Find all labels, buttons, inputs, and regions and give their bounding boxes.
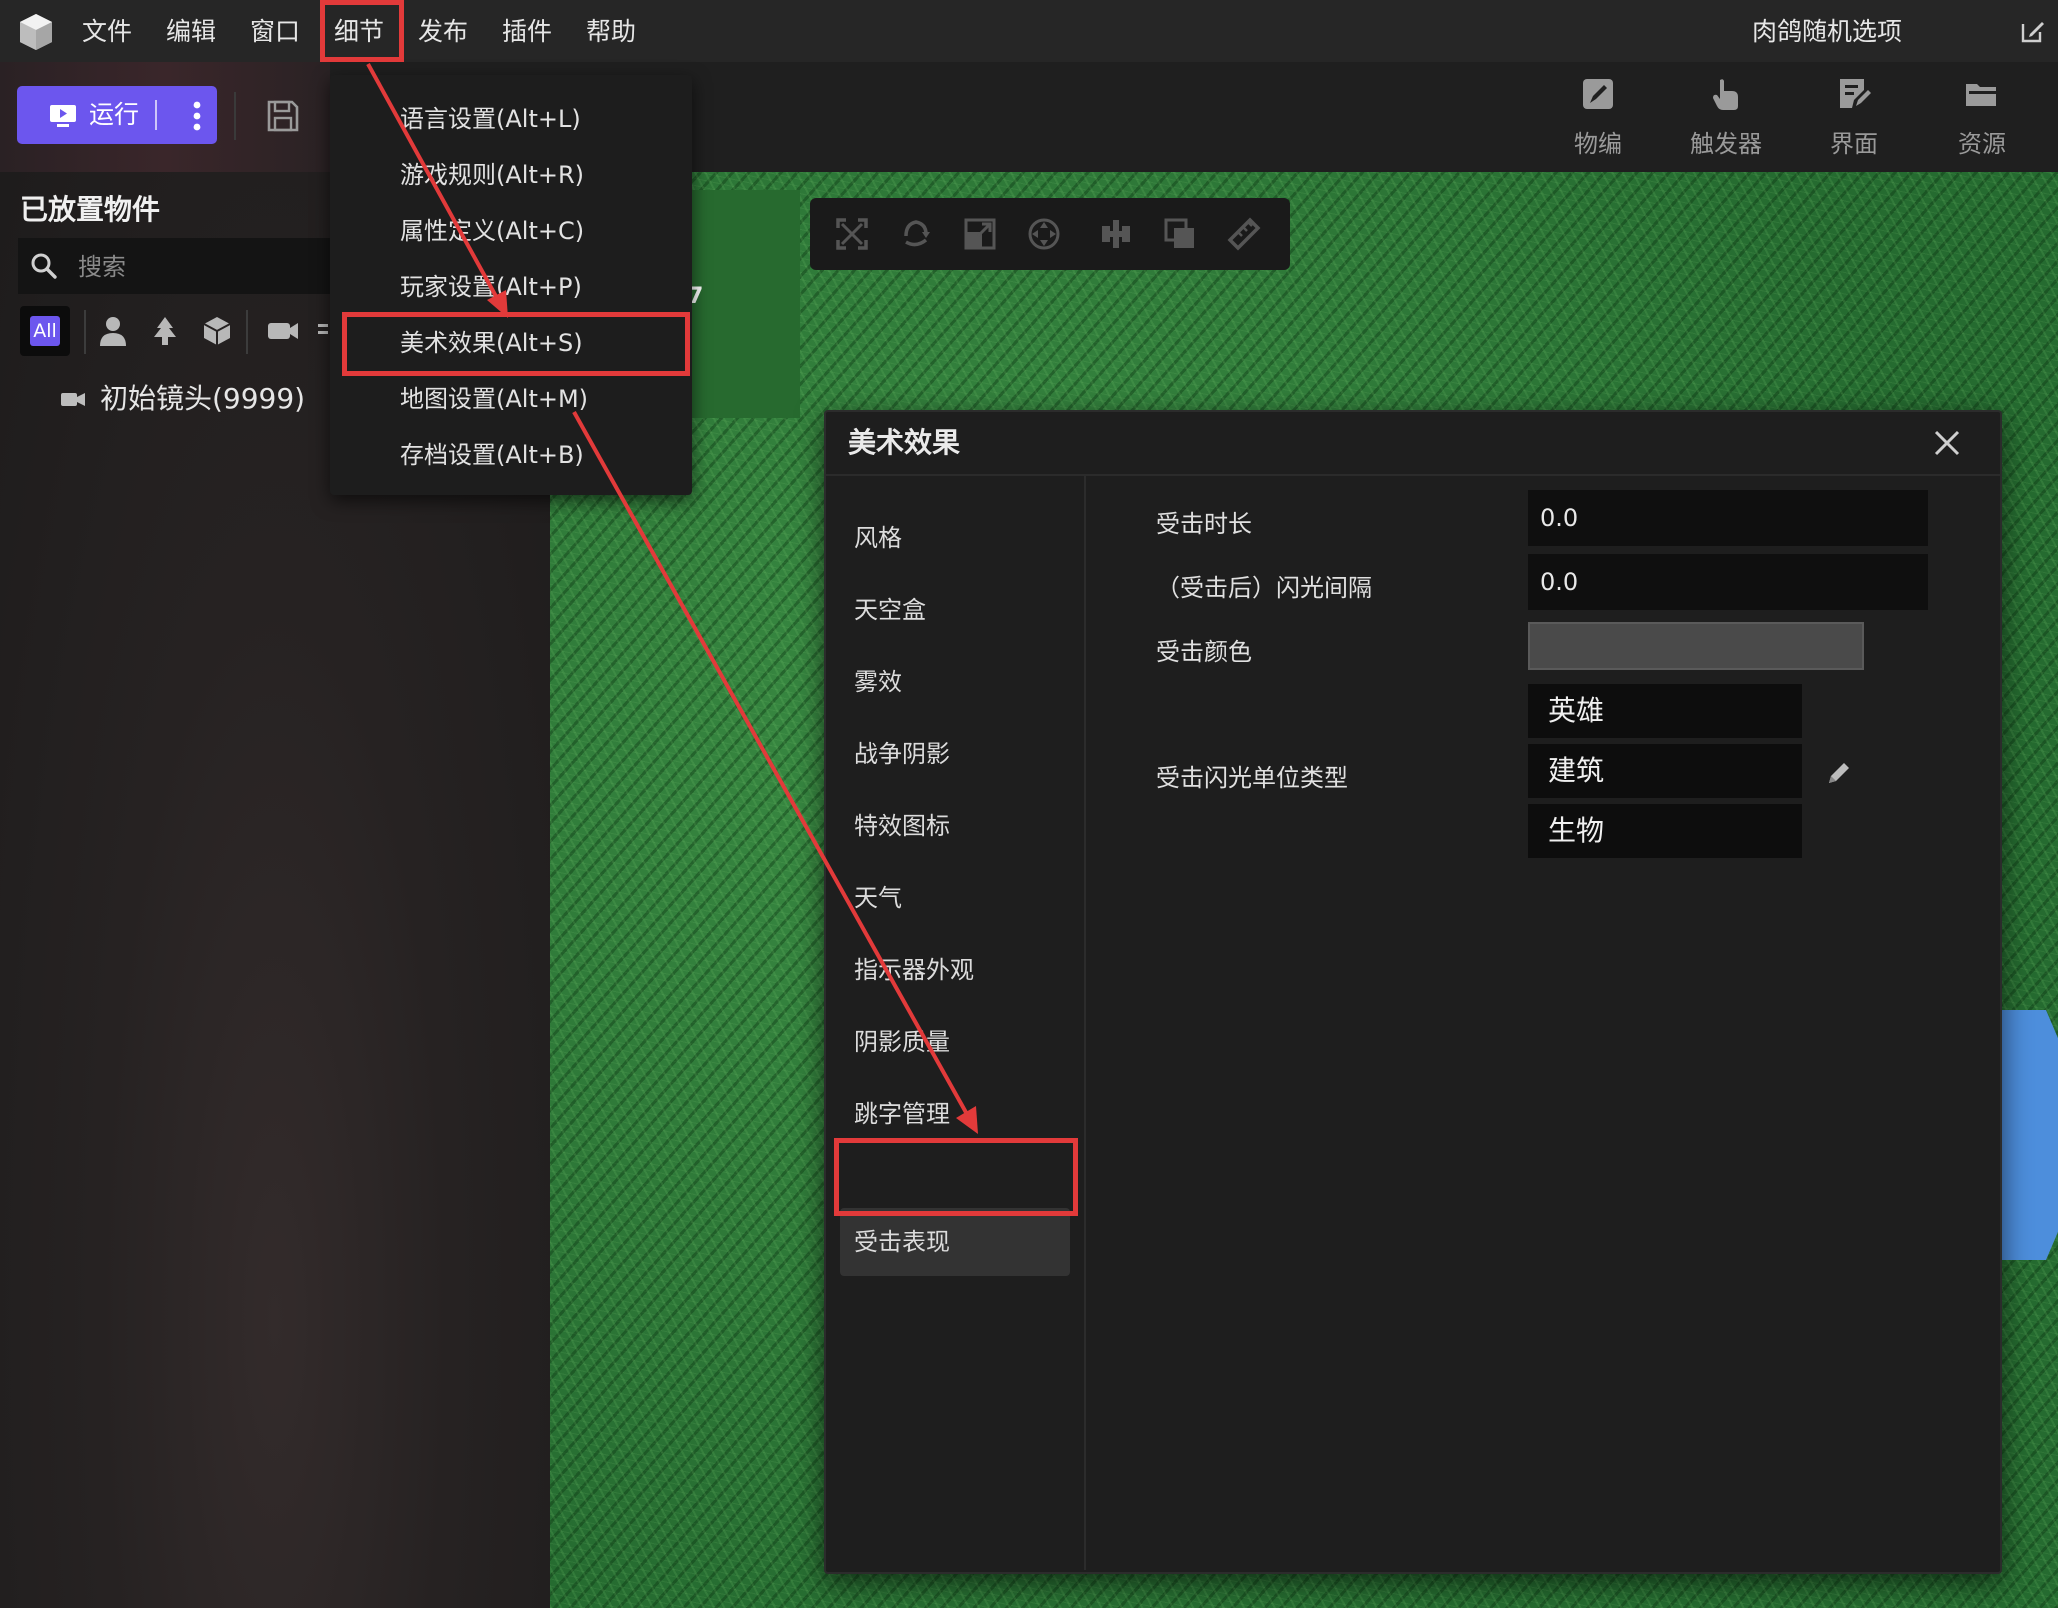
menu-item-game-rules[interactable]: 游戏规则(Alt+R)	[400, 155, 584, 195]
run-separator	[155, 100, 157, 130]
menu-plugins[interactable]: 插件	[502, 14, 552, 50]
menu-detail-highlight	[320, 0, 404, 62]
nav-item-effect-icons[interactable]: 特效图标	[854, 806, 950, 846]
resources-button[interactable]: 资源	[1932, 70, 2032, 170]
hit-color-swatch[interactable]	[1528, 622, 1864, 670]
run-button[interactable]: 运行	[17, 86, 217, 144]
menu-publish[interactable]: 发布	[418, 14, 468, 50]
menu-item-player-settings[interactable]: 玩家设置(Alt+P)	[400, 267, 582, 307]
tree-item-label: 初始镜头(9999)	[100, 382, 306, 415]
edit-project-icon[interactable]	[2020, 18, 2046, 44]
hit-duration-input[interactable]	[1528, 490, 1928, 546]
nav-item-fog-of-war[interactable]: 战争阴影	[854, 734, 950, 774]
save-icon[interactable]	[266, 99, 300, 133]
brush-icon	[1583, 79, 1613, 109]
filter-all-label: All	[30, 316, 60, 346]
viewport-green-block	[690, 190, 800, 418]
close-icon[interactable]	[1930, 426, 1964, 460]
nav-item-style[interactable]: 风格	[854, 518, 902, 558]
trigger-label: 触发器	[1690, 130, 1762, 158]
snap-icon[interactable]	[1098, 216, 1134, 252]
camera-icon[interactable]	[266, 314, 300, 348]
filter-separator	[84, 310, 86, 354]
local-global-icon[interactable]	[1162, 216, 1198, 252]
placed-objects-title: 已放置物件	[20, 193, 161, 226]
hit-effects-highlight	[834, 1138, 1078, 1216]
detail-menu-dropdown: 语言设置(Alt+L) 游戏规则(Alt+R) 属性定义(Alt+C) 玩家设置…	[330, 75, 692, 495]
menu-item-map-settings[interactable]: 地图设置(Alt+M)	[400, 379, 588, 419]
ui-edit-icon	[1840, 79, 1871, 108]
unit-type-building[interactable]: 建筑	[1528, 744, 1802, 798]
nav-item-fog[interactable]: 雾效	[854, 662, 902, 702]
menu-bar: 文件 编辑 窗口 细节 发布 插件 帮助 肉鸽随机选项	[0, 0, 2058, 62]
hand-pointer-icon	[1713, 79, 1738, 110]
person-icon[interactable]	[96, 314, 130, 348]
ruler-icon[interactable]	[1226, 216, 1262, 252]
play-monitor-icon	[50, 105, 76, 127]
unit-type-hero[interactable]: 英雄	[1528, 684, 1802, 738]
more-filters-icon[interactable]	[316, 314, 330, 348]
trigger-button[interactable]: 触发器	[1676, 70, 1776, 170]
scale-icon[interactable]	[962, 216, 998, 252]
project-name: 肉鸽随机选项	[1752, 17, 1903, 46]
search-input[interactable]	[76, 246, 350, 288]
search-box	[18, 238, 358, 294]
dialog-nav: 风格 天空盒 雾效 战争阴影 特效图标 天气 指示器外观 阴影质量 跳字管理 受…	[826, 476, 1086, 1570]
hit-color-label: 受击颜色	[1156, 638, 1252, 666]
blue-scene-object[interactable]	[1998, 1010, 2058, 1260]
nav-item-weather[interactable]: 天气	[854, 878, 902, 918]
flash-interval-label: （受击后）闪光间隔	[1156, 574, 1372, 602]
menu-item-save-settings[interactable]: 存档设置(Alt+B)	[400, 435, 584, 475]
flash-interval-input[interactable]	[1528, 554, 1928, 610]
camera-icon	[61, 393, 85, 406]
object-editor-label: 物编	[1574, 130, 1622, 158]
rotate-icon[interactable]	[898, 216, 934, 252]
fullscreen-icon[interactable]	[834, 216, 870, 252]
tree-icon[interactable]	[148, 314, 182, 348]
toolbar-divider	[234, 92, 236, 140]
menu-item-language-settings[interactable]: 语言设置(Alt+L)	[400, 99, 581, 139]
app-logo-icon	[20, 14, 52, 50]
dialog-header: 美术效果	[826, 412, 2000, 476]
more-vertical-icon[interactable]	[193, 101, 201, 131]
nav-item-hit-effects[interactable]: 受击表现	[854, 1222, 950, 1262]
run-label: 运行	[89, 100, 140, 129]
folder-icon	[1966, 84, 1996, 106]
filter-all-button[interactable]: All	[20, 306, 70, 356]
filter-separator	[246, 310, 248, 354]
unit-type-creature[interactable]: 生物	[1528, 804, 1802, 858]
cube-icon[interactable]	[200, 314, 234, 348]
menu-item-attribute-definitions[interactable]: 属性定义(Alt+C)	[400, 211, 584, 251]
menu-window[interactable]: 窗口	[250, 14, 300, 50]
resources-label: 资源	[1958, 130, 2006, 158]
object-editor-button[interactable]: 物编	[1548, 70, 1648, 170]
ui-editor-label: 界面	[1830, 130, 1878, 158]
art-effects-highlight	[342, 312, 690, 376]
move-icon[interactable]	[1026, 216, 1062, 252]
nav-item-shadow-quality[interactable]: 阴影质量	[854, 1022, 950, 1062]
hit-duration-label: 受击时长	[1156, 510, 1252, 538]
menu-file[interactable]: 文件	[82, 14, 132, 50]
ui-editor-button[interactable]: 界面	[1804, 70, 1904, 170]
art-effects-dialog: 美术效果 风格 天空盒 雾效 战争阴影 特效图标 天气 指示器外观 阴影质量 跳…	[824, 410, 2002, 1574]
nav-item-floating-text[interactable]: 跳字管理	[854, 1094, 950, 1134]
search-icon	[31, 253, 57, 279]
pencil-icon[interactable]	[1824, 758, 1854, 788]
nav-item-skybox[interactable]: 天空盒	[854, 590, 926, 630]
flash-unit-type-label: 受击闪光单位类型	[1156, 764, 1348, 792]
dialog-title: 美术效果	[848, 426, 961, 459]
menu-help[interactable]: 帮助	[586, 14, 636, 50]
menu-edit[interactable]: 编辑	[166, 14, 216, 50]
nav-item-indicator-appearance[interactable]: 指示器外观	[854, 950, 974, 990]
gizmo-toolbar	[810, 198, 1290, 270]
